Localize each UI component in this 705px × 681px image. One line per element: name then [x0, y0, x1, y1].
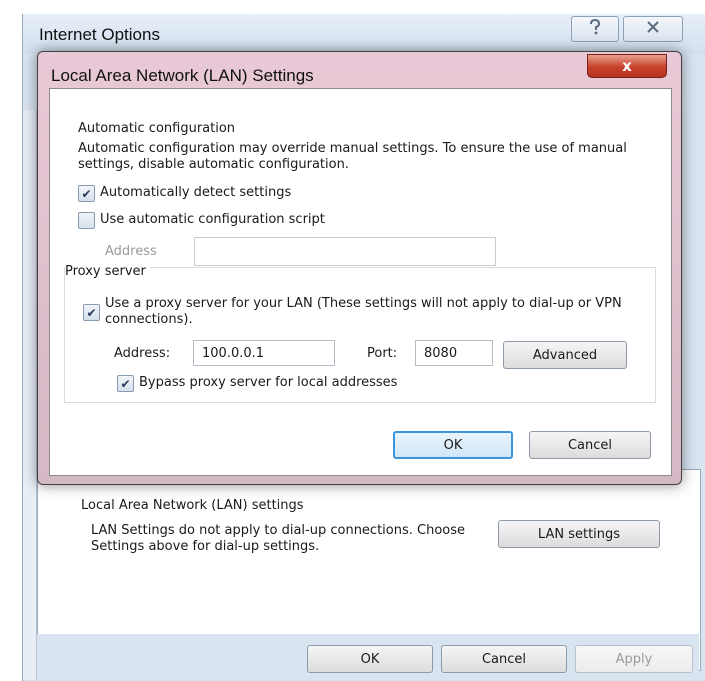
lan-group-description: LAN Settings do not apply to dial-up con…: [91, 523, 466, 554]
script-address-field[interactable]: [194, 237, 496, 266]
proxy-server-title: Proxy server: [65, 264, 150, 279]
use-proxy-checkbox[interactable]: [83, 304, 100, 321]
dialog-close-button[interactable]: x: [587, 54, 667, 78]
use-proxy-row[interactable]: Use a proxy server for your LAN (These s…: [83, 296, 623, 328]
proxy-port-label: Port:: [367, 346, 398, 361]
proxy-port-value: 8080: [424, 345, 458, 361]
auto-detect-checkbox[interactable]: [78, 185, 95, 202]
dialog-body: Automatic configuration Automatic config…: [49, 88, 672, 476]
dialog-ok-label: OK: [443, 437, 463, 453]
parent-close-button[interactable]: [623, 16, 683, 42]
proxy-address-label: Address:: [114, 346, 171, 361]
close-icon: [646, 21, 660, 37]
lan-settings-button-label: LAN settings: [537, 526, 621, 542]
lan-settings-dialog: Local Area Network (LAN) Settings x Auto…: [37, 51, 682, 485]
use-proxy-label: Use a proxy server for your LAN (These s…: [105, 296, 622, 327]
lan-group-title: Local Area Network (LAN) settings: [81, 498, 304, 513]
bypass-local-label: Bypass proxy server for local addresses: [139, 375, 398, 390]
auto-config-description: Automatic configuration may override man…: [78, 141, 627, 172]
proxy-server-group: Proxy server Use a proxy server for your…: [64, 264, 656, 403]
auto-detect-row[interactable]: Automatically detect settings: [78, 185, 291, 202]
advanced-button-label: Advanced: [532, 347, 598, 363]
auto-script-row[interactable]: Use automatic configuration script: [78, 212, 325, 229]
parent-cancel-button[interactable]: Cancel: [441, 645, 567, 673]
parent-apply-label: Apply: [615, 651, 653, 667]
proxy-port-field[interactable]: 8080: [415, 340, 493, 366]
dialog-ok-button[interactable]: OK: [393, 431, 513, 459]
parent-window-title: Internet Options: [39, 25, 160, 44]
help-icon: [587, 18, 603, 40]
auto-script-checkbox[interactable]: [78, 212, 95, 229]
auto-config-title: Automatic configuration: [78, 121, 236, 136]
auto-script-label: Use automatic configuration script: [100, 212, 325, 227]
dialog-title: Local Area Network (LAN) Settings: [51, 66, 314, 85]
parent-left-edge: [23, 110, 37, 680]
dialog-cancel-button[interactable]: Cancel: [529, 431, 651, 459]
help-button[interactable]: [571, 16, 619, 42]
parent-footer: OK Cancel Apply: [37, 634, 699, 680]
bypass-local-row[interactable]: Bypass proxy server for local addresses: [117, 375, 397, 392]
auto-detect-label: Automatically detect settings: [100, 185, 292, 200]
proxy-address-field[interactable]: 100.0.0.1: [193, 340, 335, 366]
parent-ok-button[interactable]: OK: [307, 645, 433, 673]
parent-cancel-label: Cancel: [481, 651, 527, 667]
advanced-button[interactable]: Advanced: [503, 341, 627, 369]
close-icon: x: [622, 57, 632, 75]
parent-apply-button[interactable]: Apply: [575, 645, 693, 673]
bypass-local-checkbox[interactable]: [117, 375, 134, 392]
parent-titlebar: Internet Options: [23, 14, 705, 54]
parent-ok-label: OK: [360, 651, 380, 667]
proxy-address-value: 100.0.0.1: [202, 345, 265, 361]
script-address-label: Address: [105, 244, 157, 259]
lan-settings-button[interactable]: LAN settings: [498, 520, 660, 548]
dialog-cancel-label: Cancel: [567, 437, 613, 453]
